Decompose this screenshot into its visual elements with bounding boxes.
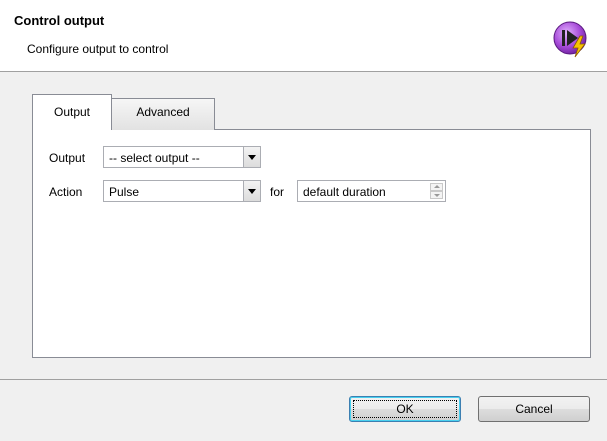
action-label: Action [49,185,83,199]
spin-up-icon[interactable] [430,183,443,191]
dialog-subtitle: Configure output to control [27,42,169,56]
control-output-icon [553,21,587,58]
output-label: Output [49,151,86,165]
output-tab-panel: Output -- select output -- Action Pulse … [32,129,591,358]
action-select[interactable]: Pulse [103,180,261,202]
output-select-value: -- select output -- [109,151,200,165]
tab-advanced-label: Advanced [136,105,190,119]
dialog-header: Control output Configure output to contr… [0,0,607,72]
focus-rect [353,400,457,418]
footer-divider [0,379,607,380]
chevron-down-icon[interactable] [243,181,260,201]
chevron-down-icon[interactable] [243,147,260,167]
duration-value: default duration [303,185,386,199]
cancel-button[interactable]: Cancel [478,396,590,422]
for-label: for [270,185,285,199]
tab-output-label: Output [53,105,91,119]
output-select[interactable]: -- select output -- [103,146,261,168]
tab-output[interactable]: Output [32,94,112,130]
ok-button[interactable]: OK [349,396,461,422]
duration-spinner[interactable]: default duration [297,180,446,202]
action-select-value: Pulse [109,185,140,199]
spin-down-icon[interactable] [430,191,443,199]
dialog-title: Control output [14,13,105,28]
cancel-button-label: Cancel [515,402,553,416]
tab-advanced[interactable]: Advanced [111,98,215,130]
